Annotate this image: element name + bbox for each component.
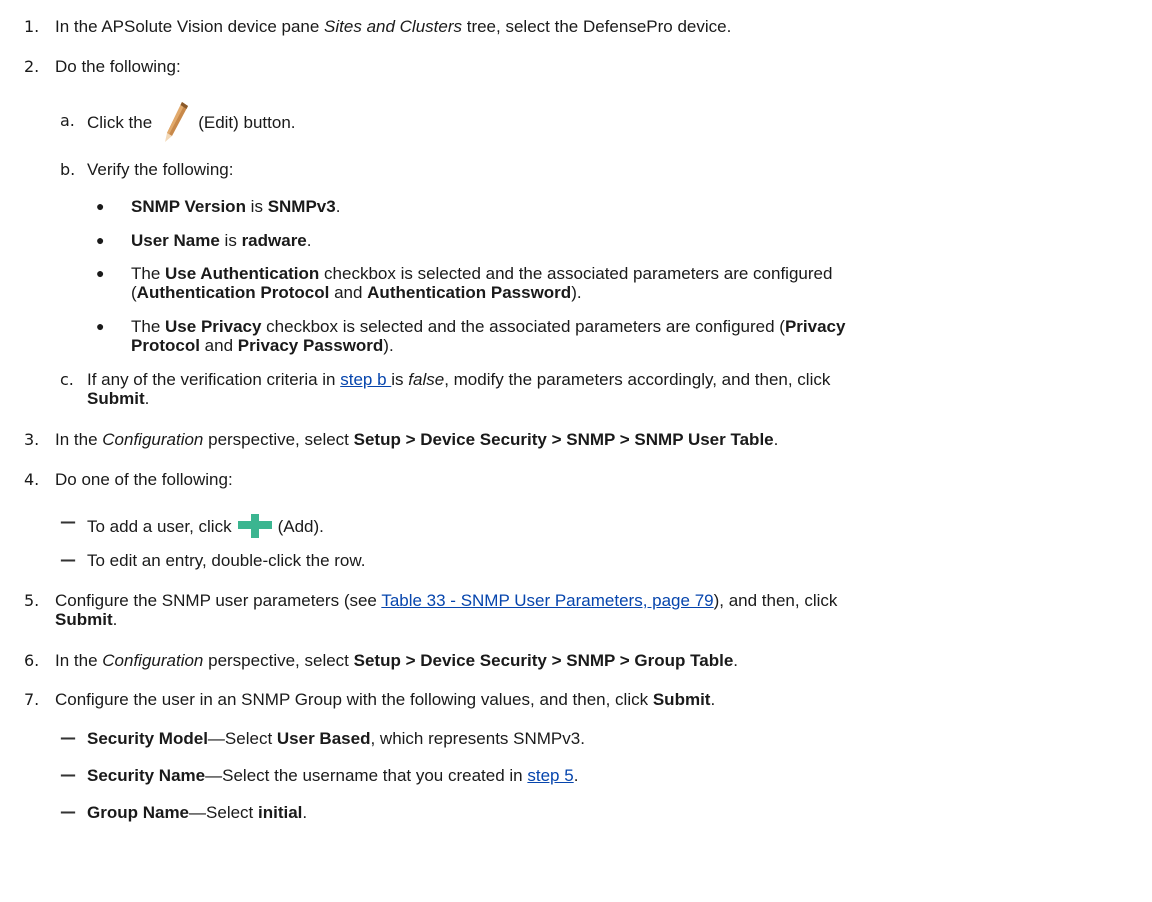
- bullet-use-privacy-cont: Protocol and Privacy Password).: [131, 336, 394, 355]
- bullet-use-authentication-cont: (Authentication Protocol and Authenticat…: [131, 283, 582, 302]
- step-3-text: In the Configuration perspective, select…: [55, 430, 779, 449]
- step-2c-text-cont: Submit.: [87, 389, 150, 408]
- step-2a-text: Click the (Edit) button.: [87, 100, 296, 145]
- step-1-text: In the APSolute Vision device pane Sites…: [55, 17, 732, 36]
- dash-marker: —: [60, 765, 76, 784]
- step-5-text: Configure the SNMP user parameters (see …: [55, 591, 838, 610]
- step-4-option-edit: To edit an entry, double-click the row.: [87, 551, 366, 570]
- substep-letter: c.: [60, 370, 74, 389]
- pencil-icon: [160, 100, 190, 144]
- step-5-link[interactable]: step 5: [527, 766, 573, 785]
- step-b-link[interactable]: step b: [340, 370, 391, 389]
- step-2c-text: If any of the verification criteria in s…: [87, 370, 831, 389]
- bullet-use-privacy: The Use Privacy checkbox is selected and…: [131, 317, 846, 336]
- bullet-use-authentication: The Use Authentication checkbox is selec…: [131, 264, 833, 283]
- step-number: 6.: [24, 651, 40, 670]
- dash-marker: —: [60, 550, 76, 569]
- bullet-marker: ●: [96, 318, 105, 334]
- group-name-item: Group Name—Select initial.: [87, 803, 308, 822]
- bullet-marker: ●: [96, 232, 105, 248]
- step-6-text: In the Configuration perspective, select…: [55, 651, 739, 670]
- security-name-item: Security Name—Select the username that y…: [87, 766, 579, 785]
- step-number: 4.: [24, 470, 40, 489]
- step-number: 7.: [24, 690, 40, 709]
- security-model-item: Security Model—Select User Based, which …: [87, 729, 585, 748]
- step-5-text-cont: Submit.: [55, 610, 118, 629]
- bullet-user-name: User Name is radware.: [131, 231, 312, 250]
- step-2b-text: Verify the following:: [87, 160, 234, 179]
- step-4-option-add: To add a user, click (Add).: [87, 514, 324, 538]
- table-33-link[interactable]: Table 33 - SNMP User Parameters, page 79: [381, 591, 713, 610]
- dash-marker: —: [60, 728, 76, 747]
- bullet-snmp-version: SNMP Version is SNMPv3.: [131, 197, 341, 216]
- step-number: 5.: [24, 591, 40, 610]
- dash-marker: —: [60, 512, 76, 531]
- dash-marker: —: [60, 802, 76, 821]
- step-number: 1.: [24, 17, 40, 36]
- step-7-text: Configure the user in an SNMP Group with…: [55, 690, 716, 709]
- step-number: 3.: [24, 430, 40, 449]
- step-number: 2.: [24, 57, 40, 76]
- step-4-text: Do one of the following:: [55, 470, 233, 489]
- step-2-text: Do the following:: [55, 57, 181, 76]
- substep-letter: b.: [60, 160, 76, 179]
- bullet-marker: ●: [96, 198, 105, 214]
- bullet-marker: ●: [96, 265, 105, 281]
- substep-letter: a.: [60, 111, 75, 130]
- plus-icon: [237, 514, 272, 538]
